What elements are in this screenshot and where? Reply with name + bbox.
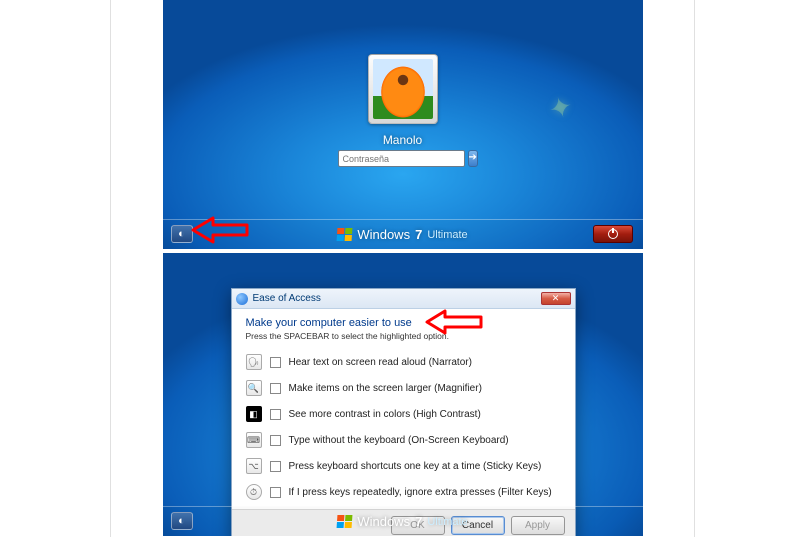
windows-logo-icon: [337, 228, 353, 241]
ease-of-access-dialog: Ease of Access ✕ Make your computer easi…: [231, 288, 576, 536]
dialog-title: Ease of Access: [253, 293, 321, 304]
user-avatar[interactable]: [368, 54, 438, 124]
sticky-keys-icon: ⌥: [246, 458, 262, 474]
dialog-subheading: Press the SPACEBAR to select the highlig…: [246, 331, 561, 341]
narrator-icon: 🗣: [246, 354, 262, 370]
magnifier-icon: 🔍: [246, 380, 262, 396]
submit-login-button[interactable]: ➔: [468, 150, 478, 167]
branding: Windows7 Ultimate: [337, 227, 467, 242]
dialog-titlebar[interactable]: Ease of Access ✕: [232, 289, 575, 309]
username-label: Manolo: [163, 133, 643, 147]
checkbox[interactable]: [270, 461, 281, 472]
ease-of-access-icon: [236, 293, 248, 305]
login-screen: ✦ Manolo ➔ ◐ Windows7 Ultimate: [163, 0, 643, 249]
filter-keys-icon: ⏱: [246, 484, 262, 500]
ease-of-access-button[interactable]: ◐: [171, 225, 193, 243]
checkbox[interactable]: [270, 383, 281, 394]
option-magnifier[interactable]: 🔍 Make items on the screen larger (Magni…: [246, 375, 561, 401]
windows-logo-icon: [337, 515, 353, 528]
dialog-heading: Make your computer easier to use: [246, 317, 561, 329]
close-button[interactable]: ✕: [541, 292, 571, 305]
password-input[interactable]: [338, 150, 465, 167]
high-contrast-icon: ◧: [246, 406, 262, 422]
checkbox[interactable]: [270, 409, 281, 420]
checkbox[interactable]: [270, 357, 281, 368]
branding: Windows7 Ultimate: [337, 514, 467, 529]
power-button[interactable]: [593, 225, 633, 243]
option-narrator[interactable]: 🗣 Hear text on screen read aloud (Narrat…: [246, 349, 561, 375]
checkbox[interactable]: [270, 435, 281, 446]
ease-of-access-button[interactable]: ◐: [171, 512, 193, 530]
checkbox[interactable]: [270, 487, 281, 498]
desktop-with-dialog: ✦ Ease of Access ✕ Make your computer ea…: [163, 253, 643, 536]
option-sticky-keys[interactable]: ⌥ Press keyboard shortcuts one key at a …: [246, 453, 561, 479]
option-high-contrast[interactable]: ◧ See more contrast in colors (High Cont…: [246, 401, 561, 427]
keyboard-icon: ⌨: [246, 432, 262, 448]
option-filter-keys[interactable]: ⏱ If I press keys repeatedly, ignore ext…: [246, 479, 561, 505]
option-on-screen-keyboard[interactable]: ⌨ Type without the keyboard (On-Screen K…: [246, 427, 561, 453]
